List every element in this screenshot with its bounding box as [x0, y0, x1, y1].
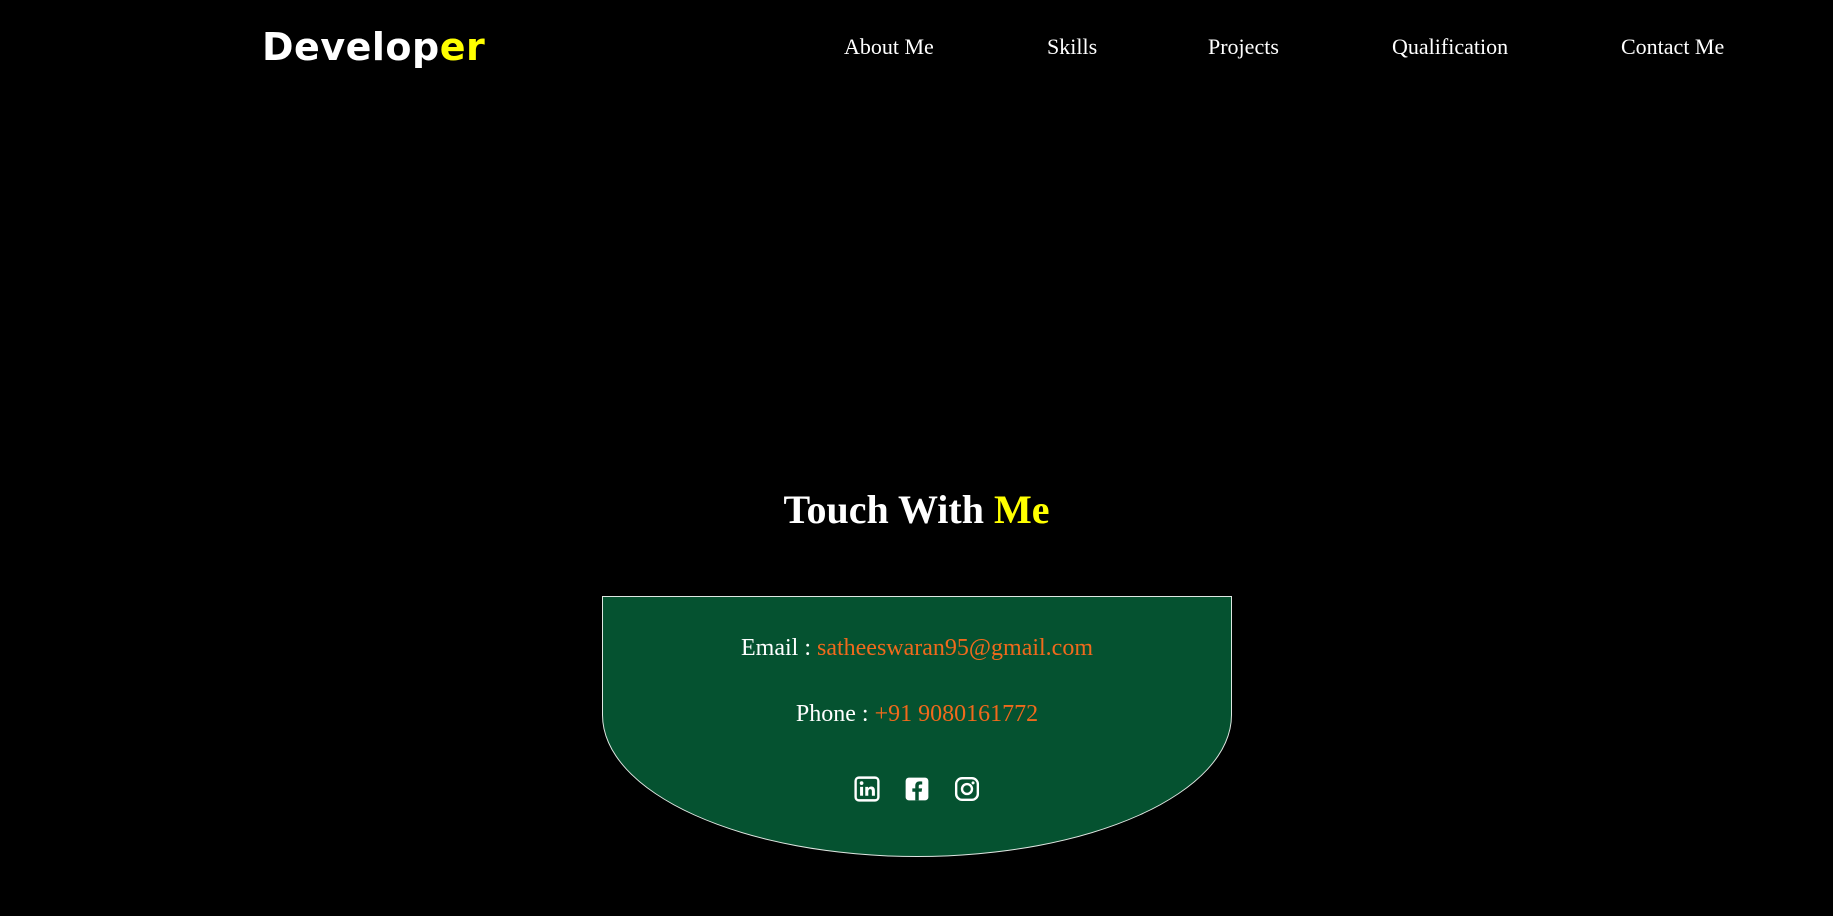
- main-nav: About Me Skills Projects Qualification C…: [0, 30, 1833, 64]
- nav-link-contact-me[interactable]: Contact Me: [1621, 30, 1724, 64]
- title-accent-text: Me: [993, 487, 1050, 532]
- instagram-icon[interactable]: [954, 776, 980, 802]
- phone-label: Phone :: [795, 701, 875, 727]
- linkedin-icon[interactable]: [854, 776, 880, 802]
- phone-row: Phone : +91 9080161772: [603, 698, 1231, 730]
- facebook-icon[interactable]: [904, 776, 930, 802]
- nav-link-projects[interactable]: Projects: [1208, 30, 1279, 64]
- nav-link-skills[interactable]: Skills: [1047, 30, 1097, 64]
- nav-link-about-me[interactable]: About Me: [844, 30, 934, 64]
- nav-link-qualification[interactable]: Qualification: [1392, 30, 1508, 64]
- email-row: Email : satheeswaran95@gmail.com: [603, 632, 1231, 664]
- social-links: [603, 776, 1231, 806]
- contact-card: Email : satheeswaran95@gmail.com Phone :…: [602, 596, 1232, 857]
- navbar: Developer About Me Skills Projects Quali…: [0, 0, 1833, 100]
- contact-section-title: Touch With Me: [0, 484, 1833, 536]
- title-main-text: Touch With: [783, 487, 994, 532]
- email-link[interactable]: satheeswaran95@gmail.com: [817, 635, 1093, 661]
- phone-link[interactable]: +91 9080161772: [875, 701, 1039, 727]
- email-label: Email :: [741, 635, 817, 661]
